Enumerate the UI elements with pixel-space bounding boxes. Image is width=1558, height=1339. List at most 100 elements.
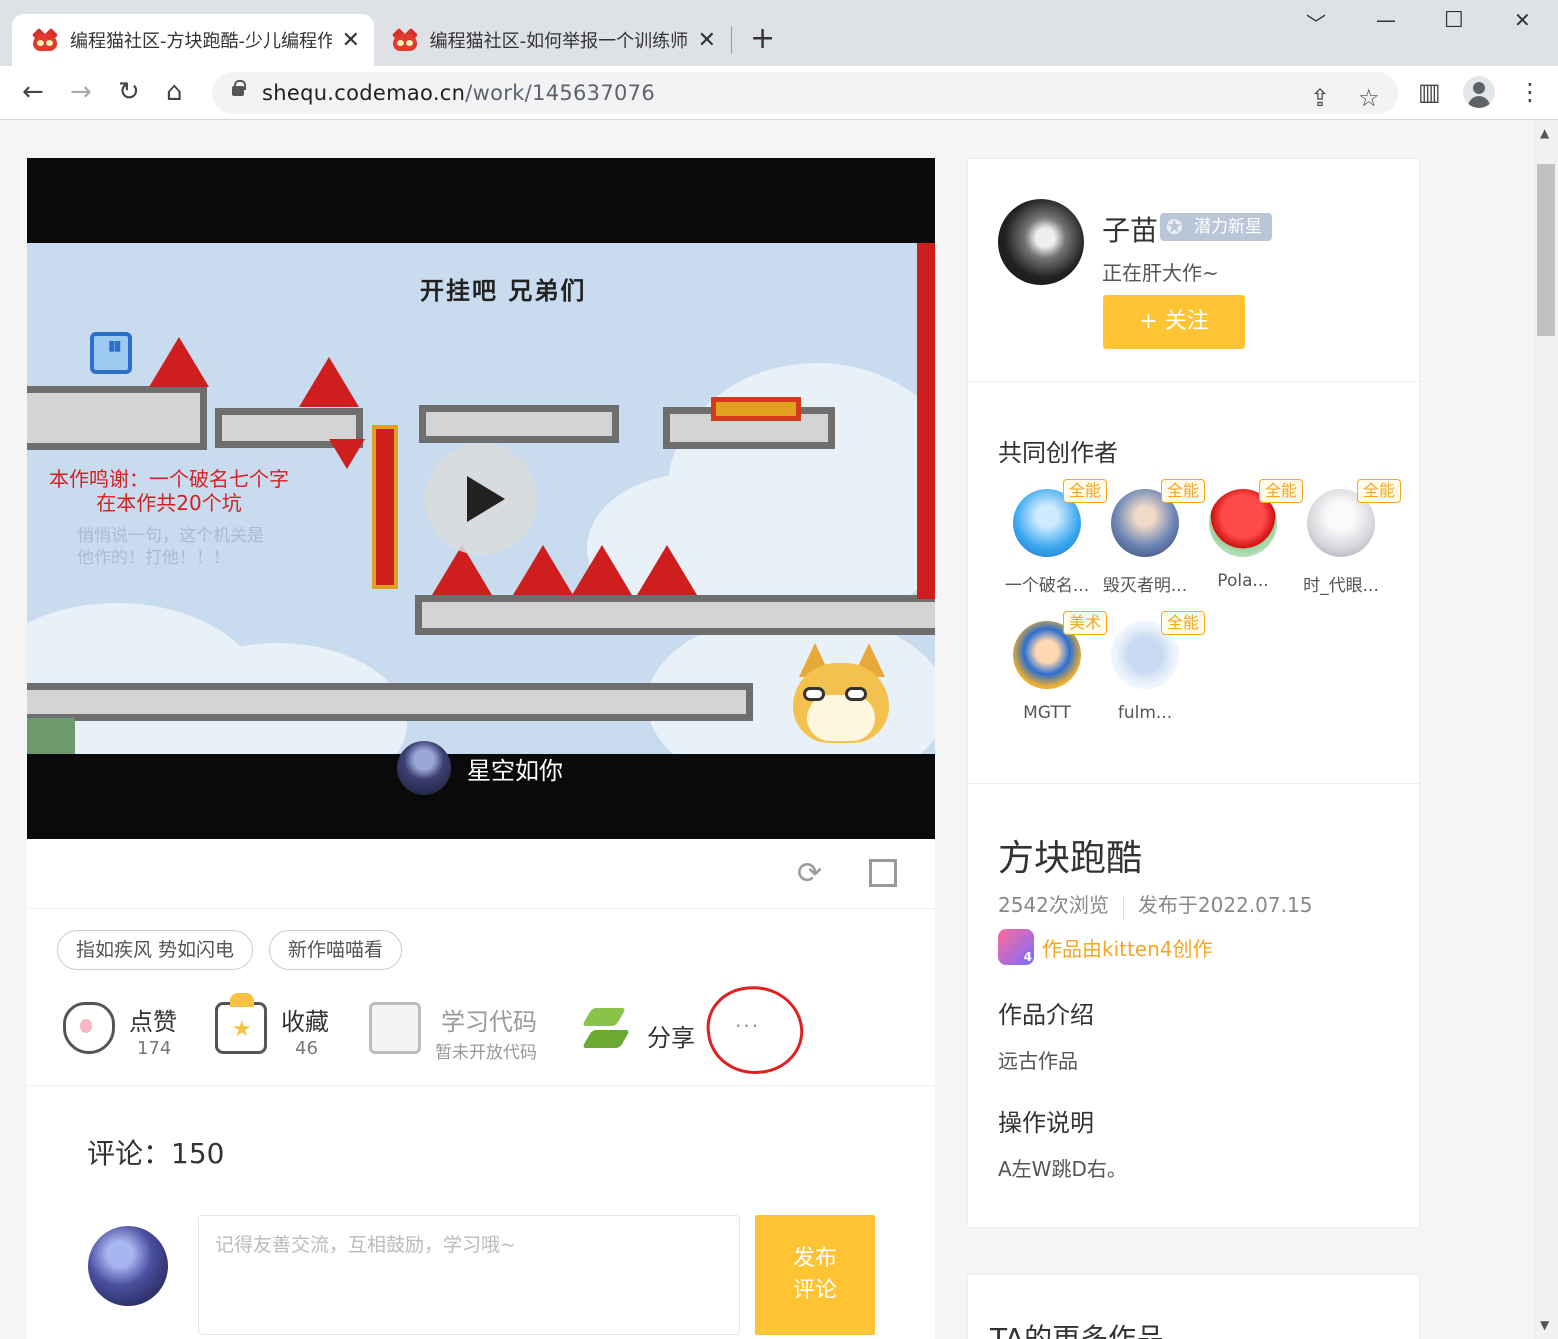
tab-close-icon[interactable]: ✕ <box>698 28 716 53</box>
share-icon <box>583 1002 635 1054</box>
spike <box>149 337 209 387</box>
role-badge: 全能 <box>1357 479 1402 503</box>
uploader-name[interactable]: 星空如你 <box>467 751 563 786</box>
browser-tab-active[interactable]: 编程猫社区-方块跑酷-少儿编程作品 ✕ <box>12 14 374 66</box>
co-creator-name: Pola... <box>1217 571 1269 591</box>
page-scrollbar[interactable]: ▲ ▼ <box>1534 120 1558 1339</box>
platform <box>27 386 207 450</box>
restart-icon[interactable]: ⟳ <box>797 857 822 891</box>
scroll-thumb[interactable] <box>1537 164 1555 336</box>
work-actions: 点赞 174 收藏 46 学习代码 暂未开放代码 分享 ··· <box>27 981 935 1086</box>
comment-input[interactable]: 记得友善交流，互相鼓励，学习哦~ <box>198 1215 740 1335</box>
back-button[interactable]: ← <box>22 76 44 108</box>
platform <box>415 595 935 635</box>
stage-faint-text: 悄悄说一句，这个机关是 他作的！打他！！！ <box>77 526 264 568</box>
doge-sprite <box>793 643 889 743</box>
learn-code-label: 学习代码 <box>441 1008 537 1036</box>
tag-item[interactable]: 指如疾风 势如闪电 <box>57 930 254 970</box>
collect-icon <box>215 993 267 1054</box>
co-creator[interactable]: 全能 一个破名... <box>999 479 1108 596</box>
play-button[interactable] <box>425 443 537 555</box>
tab-close-icon[interactable]: ✕ <box>342 28 360 53</box>
code-icon <box>369 1002 421 1054</box>
author-level-badge: 潜力新星 <box>1160 213 1272 241</box>
codemao-favicon-icon <box>391 27 419 52</box>
publish-date: 发布于2022.07.15 <box>1137 893 1313 917</box>
work-info-sidebar: 子苗 潜力新星 正在肝大作~ + 关注 共同创作者 全能 一个破名... 全能 … <box>967 158 1421 1228</box>
co-creator[interactable]: 全能 毁灭者明... <box>1097 479 1206 596</box>
author-signature: 正在肝大作~ <box>1102 261 1219 285</box>
browser-tab-inactive[interactable]: 编程猫社区-如何举报一个训练师 ✕ <box>372 14 730 66</box>
browser-tab-bar: 编程猫社区-方块跑酷-少儿编程作品 ✕ 编程猫社区-如何举报一个训练师 ✕ + … <box>0 0 1558 66</box>
co-creator[interactable]: 全能 fulm... <box>1097 611 1206 723</box>
comments-title: 评论：150 <box>87 1137 225 1170</box>
red-annotation-circle <box>702 981 808 1079</box>
intro-text: 远古作品 <box>998 1049 1078 1073</box>
spike <box>513 545 573 595</box>
scroll-up-icon[interactable]: ▲ <box>1540 126 1549 140</box>
forward-button[interactable]: → <box>70 76 92 108</box>
bookmark-star-icon[interactable]: ☆ <box>1358 84 1380 112</box>
co-creator-name: 时_代眼... <box>1303 576 1379 596</box>
co-creator[interactable]: 美术 MGTT <box>999 611 1108 723</box>
co-creator[interactable]: 全能 Pola... <box>1195 479 1304 591</box>
howto-text: A左W跳D右。 <box>998 1157 1127 1181</box>
new-tab-button[interactable]: + <box>750 22 775 56</box>
codemao-favicon-icon <box>31 27 59 52</box>
work-player[interactable]: 开挂吧 兄弟们 本作鸣谢：一个破名七个字 <box>27 158 935 839</box>
uploader-avatar[interactable] <box>397 741 451 795</box>
uploader-badge[interactable]: 星空如你 <box>397 741 563 795</box>
divider <box>968 381 1421 382</box>
work-meta: 2542次浏览 发布于2022.07.15 <box>998 889 1312 919</box>
spike <box>572 545 632 595</box>
minimize-window-icon[interactable]: — <box>1376 8 1396 32</box>
platform <box>419 405 619 443</box>
share-page-icon[interactable]: ⇪ <box>1310 84 1330 112</box>
co-creators-title: 共同创作者 <box>998 439 1118 467</box>
made-with-kitten[interactable]: 作品由kitten4创作 <box>998 929 1213 965</box>
more-works-card: TA的更多作品 <box>967 1274 1420 1339</box>
howto-title: 操作说明 <box>998 1109 1094 1137</box>
corner-thumbnail <box>27 718 75 754</box>
home-button[interactable]: ⌂ <box>166 76 183 108</box>
learn-code-sub: 暂未开放代码 <box>435 1043 537 1063</box>
work-tags: 指如疾风 势如闪电 新作喵喵看 <box>57 930 418 970</box>
collect-count: 46 <box>295 1038 318 1059</box>
spike <box>637 545 697 595</box>
current-user-avatar <box>88 1226 168 1306</box>
fullscreen-icon[interactable] <box>869 859 897 887</box>
scroll-down-icon[interactable]: ▼ <box>1540 1318 1549 1332</box>
divider <box>968 783 1421 784</box>
spike <box>299 357 359 407</box>
author-avatar[interactable] <box>998 199 1084 285</box>
platform <box>27 683 753 721</box>
more-works-title: TA的更多作品 <box>990 1322 1165 1339</box>
collect-label: 收藏 <box>281 1008 329 1036</box>
browser-menu-icon[interactable]: ⋮ <box>1518 78 1542 106</box>
made-with-text: 作品由kitten4创作 <box>1042 936 1213 961</box>
browser-toolbar: ← → ↻ ⌂ shequ.codemao.cn/work/145637076 … <box>0 66 1558 120</box>
follow-button[interactable]: + 关注 <box>1103 295 1245 349</box>
work-main-card: 开挂吧 兄弟们 本作鸣谢：一个破名七个字 <box>27 158 935 1339</box>
profile-avatar-icon[interactable] <box>1463 76 1495 108</box>
tab-search-dropdown-icon[interactable]: ﹀ <box>1306 8 1326 37</box>
reload-button[interactable]: ↻ <box>118 76 140 108</box>
author-name[interactable]: 子苗 <box>1102 209 1158 249</box>
tag-item[interactable]: 新作喵喵看 <box>269 930 403 970</box>
post-comment-button[interactable]: 发布 评论 <box>755 1215 875 1335</box>
view-count: 2542次浏览 <box>998 893 1109 917</box>
like-icon <box>63 1002 115 1054</box>
address-bar[interactable]: shequ.codemao.cn/work/145637076 ⇪ ☆ <box>212 72 1398 114</box>
intro-title: 作品介绍 <box>998 1001 1094 1029</box>
tab-title: 编程猫社区-方块跑酷-少儿编程作品 <box>69 31 332 52</box>
close-window-icon[interactable]: ✕ <box>1514 8 1531 32</box>
co-creator-name: fulm... <box>1117 703 1173 723</box>
co-creator-name: 毁灭者明... <box>1102 576 1188 596</box>
lock-icon[interactable] <box>232 80 246 96</box>
url-text[interactable]: shequ.codemao.cn/work/145637076 <box>262 81 655 105</box>
player-block-sprite <box>90 332 132 374</box>
co-creator-name: 一个破名... <box>1004 576 1090 596</box>
co-creator[interactable]: 全能 时_代眼... <box>1293 479 1402 596</box>
side-panel-icon[interactable]: ▥ <box>1418 78 1441 106</box>
maximize-window-icon[interactable]: ☐ <box>1444 8 1464 33</box>
